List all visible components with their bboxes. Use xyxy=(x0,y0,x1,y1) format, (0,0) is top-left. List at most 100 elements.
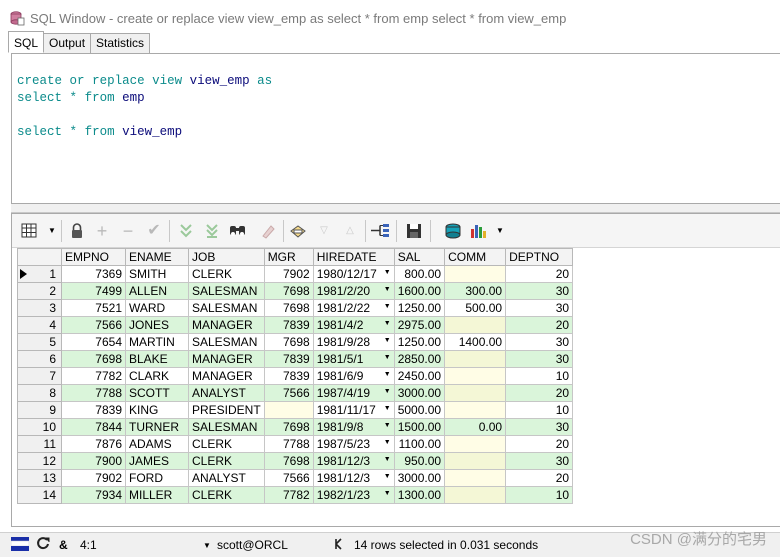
query-by-example-icon[interactable] xyxy=(288,221,308,241)
cell-ename[interactable]: ADAMS xyxy=(125,435,189,453)
cell-empno[interactable]: 7499 xyxy=(61,282,126,300)
table-row[interactable]: 6 7698 BLAKE MANAGER 7839 1981/5/1 ▼ 2850.00 30 xyxy=(17,350,574,368)
cell-deptno[interactable]: 20 xyxy=(505,265,574,283)
cell-hiredate[interactable]: 1987/5/23 ▼ xyxy=(312,435,395,453)
date-dropdown-icon[interactable]: ▼ xyxy=(384,490,391,497)
date-dropdown-icon[interactable]: ▼ xyxy=(384,405,391,412)
tab-statistics[interactable]: Statistics xyxy=(90,33,151,53)
cell-empno[interactable]: 7369 xyxy=(61,265,126,283)
cell-mgr[interactable]: 7566 xyxy=(263,384,314,402)
date-dropdown-icon[interactable]: ▼ xyxy=(384,354,391,361)
cell-empno[interactable]: 7521 xyxy=(61,299,126,317)
filter-icon[interactable]: ▽ xyxy=(314,221,334,241)
export-icon[interactable] xyxy=(370,221,390,241)
cell-hiredate[interactable]: 1981/2/22 ▼ xyxy=(312,299,395,317)
cell-job[interactable]: SALESMAN xyxy=(188,282,265,300)
cell-deptno[interactable]: 20 xyxy=(505,316,574,334)
cell-mgr[interactable]: 7698 xyxy=(263,333,314,351)
cell-hiredate[interactable]: 1981/12/3 ▼ xyxy=(312,452,395,470)
cell-empno[interactable]: 7782 xyxy=(61,367,126,385)
cell-mgr[interactable]: 7839 xyxy=(263,316,314,334)
cell-comm[interactable] xyxy=(444,452,507,470)
cell-empno[interactable]: 7902 xyxy=(61,469,126,487)
cell-empno[interactable]: 7698 xyxy=(61,350,126,368)
date-dropdown-icon[interactable]: ▼ xyxy=(384,422,391,429)
cell-hiredate[interactable]: 1981/12/3 ▼ xyxy=(312,469,395,487)
cell-mgr[interactable]: 7839 xyxy=(263,367,314,385)
row-number[interactable]: 7 xyxy=(17,367,62,385)
cell-deptno[interactable]: 30 xyxy=(505,452,574,470)
cell-ename[interactable]: KING xyxy=(125,401,189,419)
table-row[interactable]: 11 7876 ADAMS CLERK 7788 1987/5/23 ▼ 1100.00 20 xyxy=(17,435,574,453)
cell-mgr[interactable]: 7698 xyxy=(263,282,314,300)
lock-icon[interactable] xyxy=(67,221,87,241)
cell-ename[interactable]: FORD xyxy=(125,469,189,487)
cell-job[interactable]: MANAGER xyxy=(188,350,265,368)
cell-mgr[interactable]: 7782 xyxy=(263,486,314,504)
cell-sal[interactable]: 800.00 xyxy=(393,265,446,283)
cell-job[interactable]: CLERK xyxy=(188,265,265,283)
table-row[interactable]: 7 7782 CLARK MANAGER 7839 1981/6/9 ▼ 2450.00 10 xyxy=(17,367,574,385)
cell-deptno[interactable]: 30 xyxy=(505,418,574,436)
column-header-mgr[interactable]: MGR xyxy=(263,248,314,266)
cell-empno[interactable]: 7788 xyxy=(61,384,126,402)
row-number[interactable]: 3 xyxy=(17,299,62,317)
cell-job[interactable]: CLERK xyxy=(188,452,265,470)
find-icon[interactable] xyxy=(228,221,248,241)
cell-comm[interactable] xyxy=(444,401,507,419)
row-number[interactable]: 1 xyxy=(17,265,62,283)
table-row[interactable]: 10 7844 TURNER SALESMAN 7698 1981/9/8 ▼ 1500.00… xyxy=(17,418,574,436)
cell-empno[interactable]: 7934 xyxy=(61,486,126,504)
fetch-next-icon[interactable] xyxy=(176,221,196,241)
cell-deptno[interactable]: 10 xyxy=(505,486,574,504)
cell-hiredate[interactable]: 1987/4/19 ▼ xyxy=(312,384,395,402)
date-dropdown-icon[interactable]: ▼ xyxy=(384,371,391,378)
cell-ename[interactable]: SCOTT xyxy=(125,384,189,402)
row-number-header[interactable] xyxy=(17,248,62,266)
post-icon[interactable]: ✔ xyxy=(144,221,164,241)
cell-sal[interactable]: 1600.00 xyxy=(393,282,446,300)
ampersand-icon[interactable]: & xyxy=(59,538,68,552)
column-header-hiredate[interactable]: HIREDATE xyxy=(312,248,395,266)
table-row[interactable]: 2 7499 ALLEN SALESMAN 7698 1981/2/20 ▼ 1600.00 3… xyxy=(17,282,574,300)
cell-empno[interactable]: 7566 xyxy=(61,316,126,334)
chevron-down-icon[interactable]: ▼ xyxy=(42,221,62,241)
cell-comm[interactable] xyxy=(444,265,507,283)
delete-record-icon[interactable]: − xyxy=(118,221,138,241)
date-dropdown-icon[interactable]: ▼ xyxy=(384,303,391,310)
cell-deptno[interactable]: 30 xyxy=(505,350,574,368)
date-dropdown-icon[interactable]: ▼ xyxy=(384,473,391,480)
connection-dropdown-icon[interactable]: ▼ xyxy=(203,541,211,550)
cell-job[interactable]: CLERK xyxy=(188,486,265,504)
cell-sal[interactable]: 1100.00 xyxy=(393,435,446,453)
date-dropdown-icon[interactable]: ▼ xyxy=(384,286,391,293)
cell-mgr[interactable]: 7788 xyxy=(263,435,314,453)
cell-sal[interactable]: 3000.00 xyxy=(393,384,446,402)
cell-job[interactable]: PRESIDENT xyxy=(188,401,265,419)
cell-sal[interactable]: 1300.00 xyxy=(393,486,446,504)
cell-sal[interactable]: 1250.00 xyxy=(393,299,446,317)
cell-ename[interactable]: BLAKE xyxy=(125,350,189,368)
date-dropdown-icon[interactable]: ▼ xyxy=(384,269,391,276)
connection-label[interactable]: scott@ORCL xyxy=(217,538,288,552)
grid-icon[interactable] xyxy=(20,221,40,241)
cell-sal[interactable]: 3000.00 xyxy=(393,469,446,487)
save-icon[interactable] xyxy=(404,221,424,241)
cell-comm[interactable] xyxy=(444,486,507,504)
sort-icon[interactable]: △ xyxy=(340,221,360,241)
cell-mgr[interactable]: 7902 xyxy=(263,265,314,283)
cell-ename[interactable]: MILLER xyxy=(125,486,189,504)
column-header-deptno[interactable]: DEPTNO xyxy=(505,248,574,266)
cell-job[interactable]: MANAGER xyxy=(188,316,265,334)
date-dropdown-icon[interactable]: ▼ xyxy=(384,320,391,327)
cell-deptno[interactable]: 20 xyxy=(505,435,574,453)
cell-sal[interactable]: 2850.00 xyxy=(393,350,446,368)
cell-ename[interactable]: JAMES xyxy=(125,452,189,470)
table-row[interactable]: 12 7900 JAMES CLERK 7698 1981/12/3 ▼ 950.00 30 xyxy=(17,452,574,470)
cell-ename[interactable]: MARTIN xyxy=(125,333,189,351)
row-number[interactable]: 14 xyxy=(17,486,62,504)
cell-mgr[interactable]: 7839 xyxy=(263,350,314,368)
cell-empno[interactable]: 7844 xyxy=(61,418,126,436)
cell-hiredate[interactable]: 1981/5/1 ▼ xyxy=(312,350,395,368)
row-number[interactable]: 5 xyxy=(17,333,62,351)
